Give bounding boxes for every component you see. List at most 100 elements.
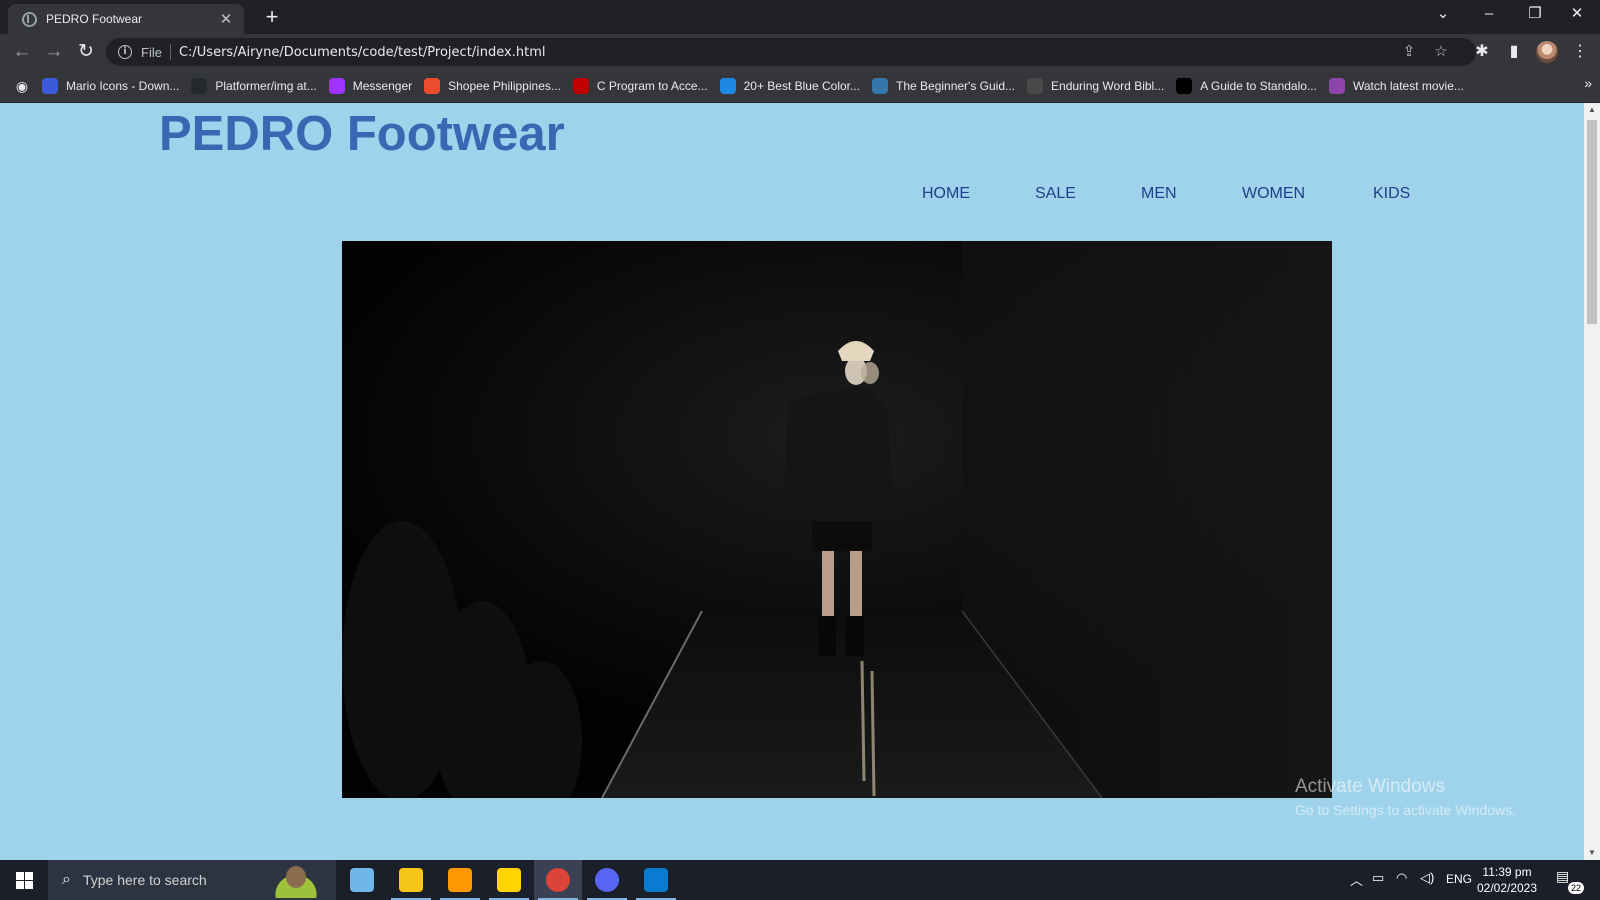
sticky-notes-app[interactable] [485,860,533,900]
bookmark-label: 20+ Best Blue Color... [743,78,860,93]
battery-icon[interactable]: ▭ [1372,870,1384,886]
back-button[interactable]: ← [8,38,36,66]
bookmark-star-icon[interactable]: ☆ [1428,38,1454,66]
bookmark-label: A Guide to Standalo... [1200,78,1317,93]
bookmark-item[interactable]: The Beginner's Guid... [868,73,1023,99]
book-icon [1027,77,1044,94]
tg-icon [572,77,589,94]
bookmark-item[interactable]: Watch latest movie... [1325,73,1472,99]
side-panel-icon[interactable]: ▮ [1500,38,1528,66]
hero-video[interactable] [342,241,1332,798]
bookmark-item[interactable]: Messenger [325,73,420,99]
bookmark-item[interactable]: Shopee Philippines... [420,73,569,99]
search-icon: ⌕ [62,871,71,888]
bookmark-item[interactable]: C Program to Acce... [569,73,716,99]
taskbar-search[interactable]: ⌕ Type here to search [48,860,336,900]
scroll-down-icon[interactable]: ▼ [1584,846,1600,860]
minimize-button[interactable]: – [1466,0,1512,30]
bookmark-label: Enduring Word Bibl... [1051,78,1165,93]
search-placeholder: Type here to search [82,872,207,888]
search-highlight-image [264,864,328,898]
watermark-title: Activate Windows [1295,776,1445,797]
tab-strip: PEDRO Footwear ✕ + ⌄ – ❐ ✕ [0,0,1600,34]
bookmark-item[interactable]: Mario Icons - Down... [38,73,187,99]
bookmarks-bar: ◉ Mario Icons - Down... Platformer/img at… [0,70,1600,102]
windows-logo-pane [16,881,24,889]
address-separator [169,44,171,60]
start-button[interactable] [0,860,48,900]
info-icon[interactable]: i [118,45,132,59]
notepad-app[interactable] [338,860,386,900]
nav-women[interactable]: WOMEN [1242,185,1305,203]
bookmark-item[interactable]: Platformer/img at... [187,73,324,99]
url-text[interactable]: C:/Users/Airyne/Documents/code/test/Proj… [179,45,546,60]
github-icon [191,77,208,94]
discord-app[interactable] [583,860,631,900]
file-explorer-icon [399,868,423,892]
windows-logo-icon [16,872,24,880]
close-tab-icon[interactable]: ✕ [218,10,234,28]
sticky-notes-icon [497,868,521,892]
nav-sale[interactable]: SALE [1035,185,1076,203]
windows-logo-pane [25,881,33,889]
address-scheme-label: File [141,44,162,60]
clock-time: 11:39 pm [1482,865,1532,879]
bookmark-label: Mario Icons - Down... [66,78,180,93]
forward-button[interactable]: → [40,38,68,66]
clock-date: 02/02/2023 [1476,881,1538,895]
bookmark-label: Watch latest movie... [1352,78,1464,93]
bookmark-item[interactable]: A Guide to Standalo... [1172,73,1325,99]
nav-home[interactable]: HOME [922,185,970,203]
shopee-icon [424,77,441,94]
scroll-up-icon[interactable]: ▲ [1584,103,1600,117]
new-tab-button[interactable]: + [258,4,286,32]
volume-icon[interactable]: ◁) [1420,870,1434,886]
tab-search-icon[interactable]: ⌄ [1420,0,1466,30]
vscode-app[interactable] [632,860,680,900]
nav-men[interactable]: MEN [1141,185,1177,203]
blue-circle-icon [719,77,736,94]
address-bar[interactable]: i File C:/Users/Airyne/Documents/code/te… [106,38,1476,66]
bookmark-list: Mario Icons - Down... Platformer/img at..… [38,73,1472,99]
nav-kids[interactable]: KIDS [1373,185,1410,203]
reload-button[interactable]: ↻ [72,38,100,66]
discord-icon [595,868,619,892]
menu-icon[interactable]: ⋮ [1566,38,1594,66]
close-window-button[interactable]: ✕ [1554,0,1600,30]
sublime-text-app[interactable] [436,860,484,900]
watermark-subtitle: Go to Settings to activate Windows. [1295,802,1516,818]
vscode-icon [644,868,668,892]
scroll-thumb[interactable] [1587,120,1597,324]
share-icon[interactable]: ⇪ [1396,38,1422,66]
profile-avatar[interactable] [1536,41,1558,63]
restore-button[interactable]: ❐ [1512,0,1558,30]
show-hidden-icons[interactable]: ︿ [1350,870,1363,889]
language-indicator[interactable]: ENG [1446,872,1472,886]
notification-count: 22 [1567,882,1584,894]
more-bookmarks-icon[interactable]: » [1584,75,1592,91]
browser-toolbar: ← → ↻ i File C:/Users/Airyne/Documents/c… [0,34,1600,70]
browser-tab[interactable]: PEDRO Footwear ✕ [8,4,244,34]
python-icon [872,77,888,94]
page-scrollbar[interactable]: ▲ ▼ [1584,103,1600,860]
system-clock[interactable]: 11:39 pm 02/02/2023 [1474,864,1540,896]
file-explorer-app[interactable] [387,860,435,900]
medium-icon [1176,77,1193,94]
bookmark-label: Messenger [352,78,413,93]
extensions-icon[interactable]: ✱ [1468,38,1496,66]
sublime-text-icon [448,868,472,892]
bookmark-label: C Program to Acce... [596,78,708,93]
messenger-icon [328,77,345,94]
bookmark-item[interactable]: 20+ Best Blue Color... [716,73,868,99]
wifi-icon[interactable]: ◠ [1396,870,1407,886]
chrome-app[interactable] [534,860,582,900]
bookmark-item[interactable]: Enduring Word Bibl... [1023,73,1172,99]
star-icon [42,77,58,94]
activate-windows-watermark: Activate Windows Go to Settings to activ… [1295,776,1516,818]
windows-logo-pane [25,872,33,880]
notification-center-icon[interactable]: ▤ 22 [1556,868,1584,894]
apps-globe-icon[interactable]: ◉ [12,76,32,96]
tab-title: PEDRO Footwear [46,12,143,26]
runway-video-frame [342,241,1332,798]
bookmark-label: The Beginner's Guid... [896,78,1016,93]
